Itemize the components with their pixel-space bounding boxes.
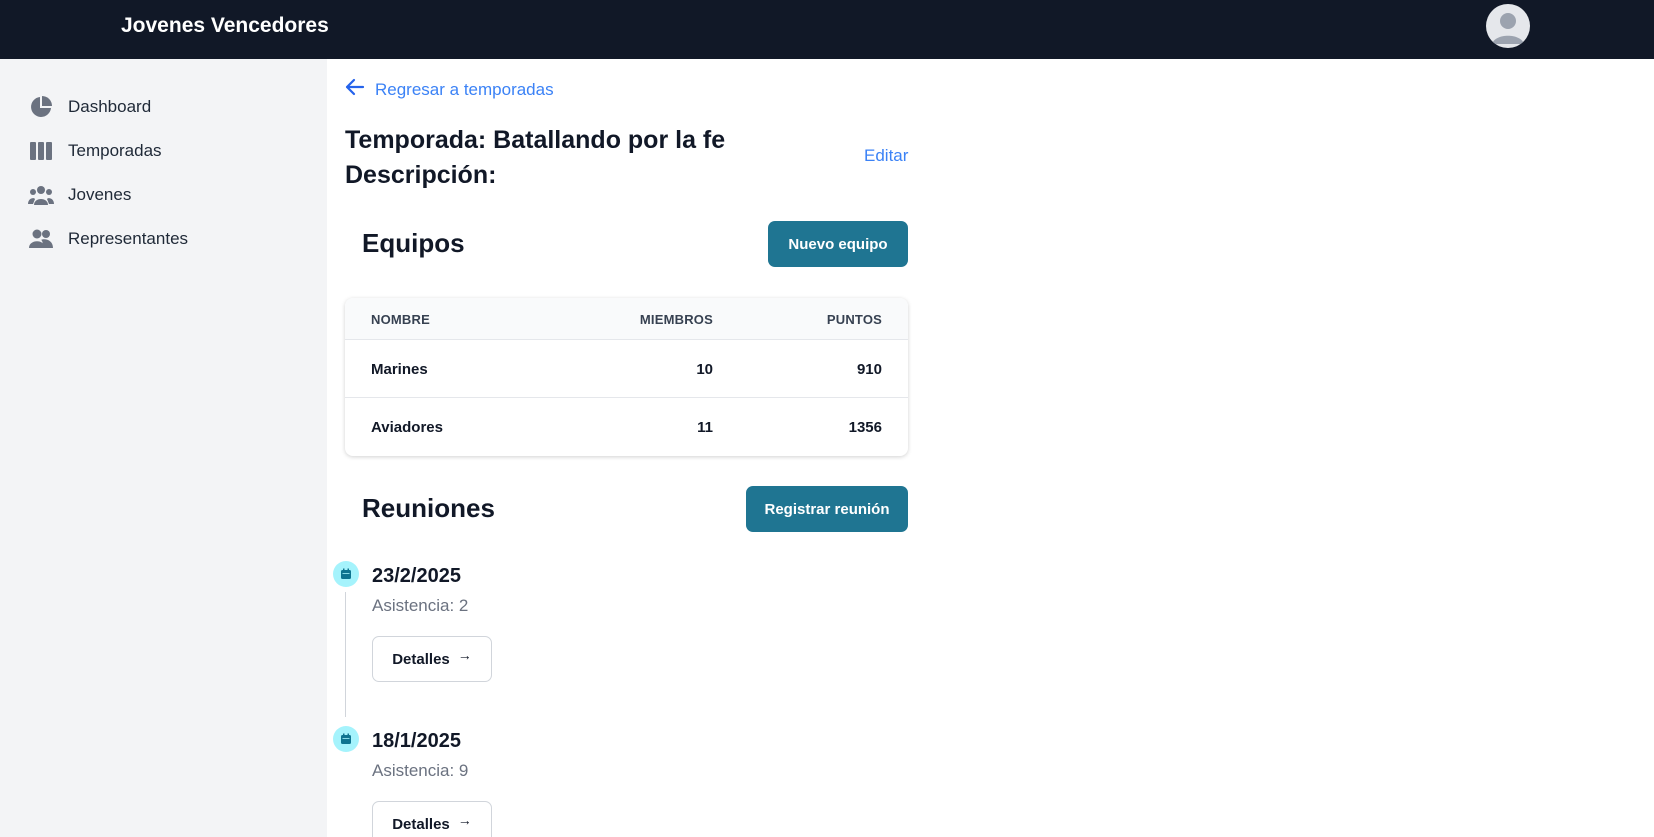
meeting-date: 18/1/2025 [372, 730, 461, 752]
team-name: Aviadores [371, 419, 443, 436]
sidebar-item-label: Dashboard [68, 97, 152, 116]
table-row[interactable]: Aviadores 11 1356 [345, 397, 908, 455]
column-header-members: MIEMBROS [639, 312, 713, 327]
arrow-right-icon: → [457, 812, 472, 828]
timeline-connector [345, 592, 346, 717]
columns-icon [28, 138, 54, 164]
meeting-details-button[interactable]: Detalles → [372, 636, 492, 682]
sidebar-item-label: Representantes [68, 229, 189, 248]
table-header: NOMBRE MIEMBROS PUNTOS [345, 298, 908, 339]
column-header-name: NOMBRE [371, 312, 430, 327]
arrow-right-icon: → [457, 647, 472, 663]
meeting-details-button[interactable]: Detalles → [372, 801, 492, 837]
sidebar-item-representantes[interactable]: Representantes [28, 224, 188, 254]
top-navbar: Jovenes Vencedores [0, 0, 1654, 59]
team-name: Marines [371, 361, 428, 378]
meeting-attendance: Asistencia: 9 [372, 761, 469, 780]
sidebar: Dashboard Temporadas Jovenes Representan… [0, 59, 327, 837]
register-meeting-button[interactable]: Registrar reunión [746, 486, 908, 532]
team-points: 1356 [848, 419, 882, 436]
sidebar-item-label: Jovenes [68, 185, 132, 204]
details-label: Detalles [392, 650, 450, 668]
meeting-attendance: Asistencia: 2 [372, 596, 469, 615]
teams-table: NOMBRE MIEMBROS PUNTOS Marines 10 910 Av… [345, 298, 908, 456]
sidebar-item-dashboard[interactable]: Dashboard [28, 92, 151, 122]
back-link-label: Regresar a temporadas [375, 79, 554, 99]
user-avatar-icon[interactable] [1486, 4, 1530, 48]
details-label: Detalles [392, 815, 450, 833]
page-title: Temporada: Batallando por la fe [345, 126, 726, 154]
calendar-icon [333, 726, 359, 752]
meetings-section-title: Reuniones [362, 493, 495, 523]
users-icon [28, 226, 54, 252]
meeting-date: 23/2/2025 [372, 565, 461, 587]
team-points: 910 [856, 361, 882, 378]
column-header-points: PUNTOS [826, 312, 882, 327]
back-to-seasons-link[interactable]: Regresar a temporadas [345, 78, 554, 101]
user-group-icon [28, 182, 54, 208]
sidebar-item-jovenes[interactable]: Jovenes [28, 180, 131, 210]
brand-title[interactable]: Jovenes Vencedores [121, 14, 329, 38]
teams-section-title: Equipos [362, 228, 465, 258]
team-members: 10 [696, 361, 713, 378]
team-members: 11 [697, 419, 713, 436]
season-description-label: Descripción: [345, 161, 497, 189]
table-row[interactable]: Marines 10 910 [345, 339, 908, 397]
sidebar-item-label: Temporadas [68, 141, 162, 160]
calendar-icon [333, 561, 359, 587]
arrow-left-icon [345, 78, 365, 101]
sidebar-item-temporadas[interactable]: Temporadas [28, 136, 162, 166]
pie-chart-icon [28, 94, 54, 120]
new-team-button[interactable]: Nuevo equipo [768, 221, 908, 267]
edit-season-link[interactable]: Editar [864, 146, 908, 166]
